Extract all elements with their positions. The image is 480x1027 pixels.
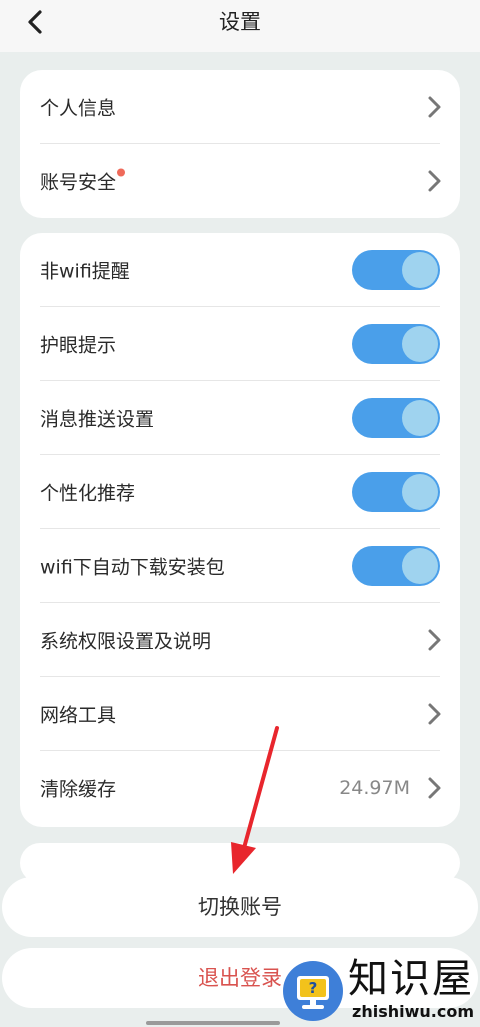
row-label: wifi下自动下载安装包 <box>40 556 225 579</box>
home-indicator[interactable] <box>146 1021 280 1025</box>
row-personal-info[interactable]: 个人信息 <box>40 70 441 144</box>
switch-account-button[interactable]: 切换账号 <box>2 877 478 937</box>
row-clear-cache[interactable]: 清除缓存 24.97M <box>40 751 441 825</box>
chevron-right-icon <box>428 629 441 651</box>
row-label: 网络工具 <box>40 704 117 727</box>
svg-text:?: ? <box>309 979 318 997</box>
toggle-knob <box>402 474 438 510</box>
row-system-permissions[interactable]: 系统权限设置及说明 <box>40 603 441 677</box>
cache-size-value: 24.97M <box>339 777 410 799</box>
row-label: 非wifi提醒 <box>40 260 130 283</box>
chevron-right-icon <box>428 170 441 192</box>
question-monitor-icon: ? <box>283 961 343 1021</box>
row-non-wifi-reminder: 非wifi提醒 <box>40 233 440 307</box>
wifi-auto-download-toggle[interactable] <box>352 546 440 586</box>
eye-care-toggle[interactable] <box>352 324 440 364</box>
watermark-name: 知识屋 <box>348 956 474 1002</box>
chevron-right-icon <box>428 96 441 118</box>
notification-dot <box>117 168 126 177</box>
row-account-security[interactable]: 账号安全 <box>40 144 441 218</box>
toggle-knob <box>402 548 438 584</box>
row-wifi-auto-download: wifi下自动下载安装包 <box>40 529 440 603</box>
row-network-tools[interactable]: 网络工具 <box>40 677 441 751</box>
row-label: 消息推送设置 <box>40 408 155 431</box>
header-bar: 设置 <box>0 0 480 52</box>
row-personalized-recommendations: 个性化推荐 <box>40 455 440 529</box>
chevron-right-icon <box>428 777 441 799</box>
account-card: 个人信息 账号安全 <box>20 70 460 218</box>
row-push-notifications: 消息推送设置 <box>40 381 440 455</box>
row-label: 护眼提示 <box>40 334 117 357</box>
push-notifications-toggle[interactable] <box>352 398 440 438</box>
settings-card: 非wifi提醒 护眼提示 消息推送设置 个性化推荐 wifi下自动下载安装包 系… <box>20 233 460 827</box>
row-label: 账号安全 <box>40 171 117 194</box>
non-wifi-reminder-toggle[interactable] <box>352 250 440 290</box>
page-title: 设置 <box>219 10 261 34</box>
watermark-logo: ? 知识屋 zhishiwu.com <box>282 956 480 1027</box>
personalized-recommendations-toggle[interactable] <box>352 472 440 512</box>
row-eye-care: 护眼提示 <box>40 307 440 381</box>
chevron-right-icon <box>428 703 441 725</box>
toggle-knob <box>402 252 438 288</box>
toggle-knob <box>402 400 438 436</box>
row-label: 个性化推荐 <box>40 482 136 505</box>
row-label: 清除缓存 <box>40 778 117 801</box>
row-label: 个人信息 <box>40 97 117 120</box>
watermark-domain: zhishiwu.com <box>352 1002 474 1021</box>
row-label-with-badge: 账号安全 <box>40 168 126 195</box>
row-label: 系统权限设置及说明 <box>40 630 212 653</box>
toggle-knob <box>402 326 438 362</box>
